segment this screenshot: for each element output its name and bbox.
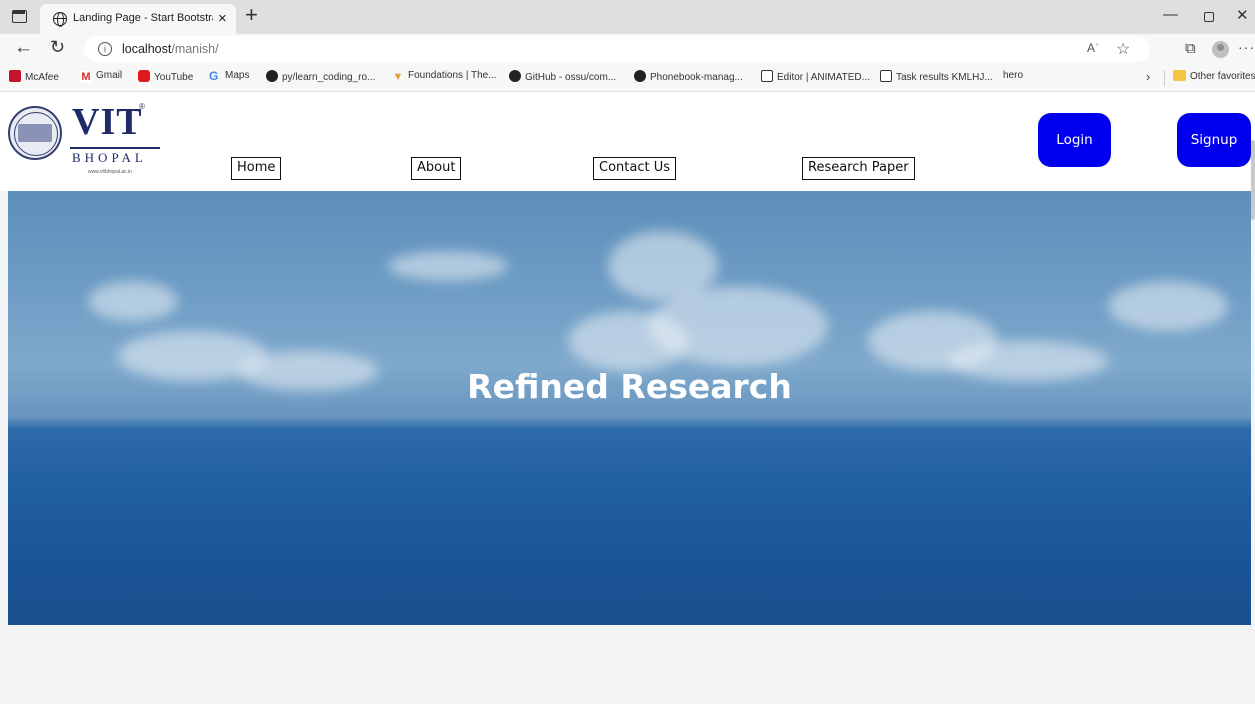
more-menu-icon[interactable]: ··· <box>1238 39 1255 55</box>
bookmark-label: Gmail <box>96 70 123 81</box>
logo-website: www.vitbhopal.ac.in <box>88 169 132 175</box>
bookmark-gmail[interactable]: M Gmail <box>80 70 122 83</box>
nav-research-paper[interactable]: Research Paper <box>802 157 915 180</box>
collections-icon[interactable]: ⧉ <box>1185 40 1196 57</box>
youtube-icon <box>138 70 150 82</box>
github-icon <box>634 70 646 82</box>
bookmark-divider <box>1164 70 1165 86</box>
reload-icon[interactable]: ↻ <box>50 37 65 58</box>
other-favorites-label: Other favorites <box>1190 71 1255 82</box>
bookmark-label: Foundations | The... <box>408 70 497 81</box>
mcafee-icon <box>9 70 21 82</box>
bookmark-label: Phonebook-manag... <box>650 72 743 83</box>
nav-contact-us[interactable]: Contact Us <box>593 157 676 180</box>
nav-home[interactable]: Home <box>231 157 282 180</box>
tab-title: Landing Page - Start Bootstrap T <box>73 12 213 24</box>
minimize-icon[interactable]: — <box>1163 6 1178 23</box>
logo-divider <box>70 147 160 149</box>
maximize-icon[interactable] <box>1204 12 1214 22</box>
login-button[interactable]: Login <box>1038 113 1111 167</box>
cloud <box>568 311 688 371</box>
vit-bhopal-logo[interactable]: VIT ® BHOPAL www.vitbhopal.ac.in <box>8 98 166 184</box>
bookmark-maps[interactable]: G Maps <box>209 70 249 82</box>
bookmark-editor[interactable]: Editor | ANIMATED... <box>761 70 870 83</box>
favorite-star-icon[interactable]: ☆ <box>1116 39 1130 59</box>
new-tab-icon[interactable]: + <box>245 2 258 28</box>
bookmark-youtube[interactable]: YouTube <box>138 70 193 83</box>
bookmarks-bar: McAfee M Gmail YouTube G Maps py/learn_cod… <box>0 64 1255 273</box>
read-aloud-icon[interactable]: Aʾ <box>1087 41 1099 55</box>
folder-icon <box>1173 70 1186 81</box>
cloud <box>1108 281 1228 331</box>
back-icon[interactable]: ← <box>14 37 33 59</box>
tab-actions-icon[interactable] <box>12 10 27 23</box>
logo-name: VIT <box>72 101 143 143</box>
url-text: localhost/manish/ <box>122 42 219 56</box>
github-icon <box>509 70 521 82</box>
foundations-icon: ▼ <box>392 71 404 83</box>
bookmark-learn-coding[interactable]: py/learn_coding_ro... <box>266 70 375 83</box>
address-input[interactable]: i localhost/manish/ Aʾ ☆ <box>84 36 1150 62</box>
active-tab[interactable]: Landing Page - Start Bootstrap T × <box>40 4 236 34</box>
university-seal-icon <box>8 106 62 160</box>
bookmark-mcafee[interactable]: McAfee <box>9 70 59 83</box>
bookmark-label: Maps <box>225 70 250 81</box>
cloud <box>388 251 508 281</box>
document-icon <box>761 70 773 82</box>
hero-title: Refined Research <box>467 367 792 406</box>
close-tab-icon[interactable]: × <box>218 10 227 27</box>
hero-banner: Refined Research <box>8 191 1251 625</box>
bookmark-ossu[interactable]: GitHub - ossu/com... <box>509 70 616 83</box>
other-favorites[interactable]: Other favorites <box>1173 70 1255 82</box>
chevron-right-icon[interactable]: › <box>1146 69 1150 84</box>
url-path: /manish/ <box>171 42 219 56</box>
close-window-icon[interactable]: ✕ <box>1236 6 1249 24</box>
signup-button[interactable]: Signup <box>1177 113 1251 167</box>
bookmark-label: py/learn_coding_ro... <box>282 72 376 83</box>
tab-strip: Landing Page - Start Bootstrap T × + — ✕ <box>0 0 1255 34</box>
bookmark-label: Editor | ANIMATED... <box>777 72 870 83</box>
bookmark-label: McAfee <box>25 72 59 83</box>
page-scrollbar[interactable] <box>1251 140 1255 220</box>
bookmark-task-results[interactable]: Task results KMLHJ... <box>880 70 993 83</box>
gmail-icon: M <box>80 71 92 83</box>
cloud <box>88 281 178 321</box>
url-host: localhost <box>122 42 172 56</box>
profile-avatar[interactable] <box>1212 41 1229 58</box>
bookmark-label: hero <box>1003 70 1024 81</box>
logo-registered-mark: ® <box>139 102 145 111</box>
bookmark-label: Task results KMLHJ... <box>896 72 993 83</box>
document-icon <box>880 70 892 82</box>
bookmark-label: YouTube <box>154 72 194 83</box>
bookmark-hero[interactable]: ✦hero <box>1003 70 1024 273</box>
bookmark-phonebook[interactable]: Phonebook-manag... <box>634 70 743 83</box>
logo-city: BHOPAL <box>72 150 147 165</box>
bookmark-foundations[interactable]: ▼ Foundations | The... <box>392 70 497 83</box>
nav-about[interactable]: About <box>411 157 462 180</box>
address-bar-row: ← ↻ i localhost/manish/ Aʾ ☆ <box>0 34 1255 64</box>
site-info-icon[interactable]: i <box>98 42 112 56</box>
globe-icon <box>53 12 67 27</box>
github-icon <box>266 70 278 82</box>
bookmark-label: GitHub - ossu/com... <box>525 72 617 83</box>
google-icon: G <box>209 69 219 83</box>
